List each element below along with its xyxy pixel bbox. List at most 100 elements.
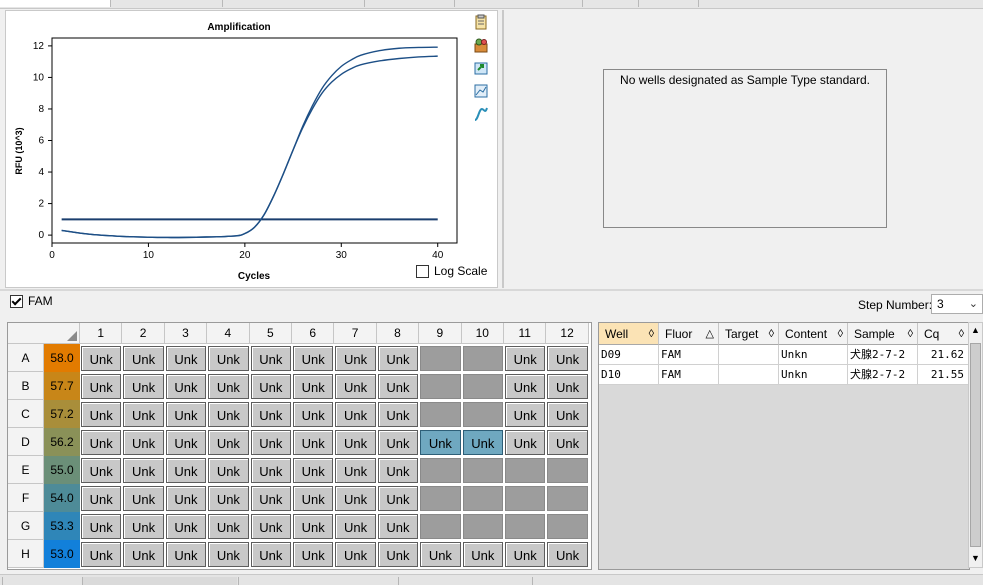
plate-well[interactable]: Unk [123, 346, 164, 371]
plate-well[interactable]: Unk [165, 514, 207, 539]
plate-row-header[interactable]: G [8, 512, 44, 540]
sort-icon[interactable]: △ [706, 323, 714, 345]
plate-well[interactable]: Unk [208, 542, 249, 567]
plate-well[interactable]: Unk [123, 374, 164, 399]
sort-icon[interactable]: ◊ [769, 323, 774, 345]
plate-well[interactable]: Unk [335, 346, 376, 371]
plate-row-header[interactable]: A [8, 344, 44, 372]
plate-row-header[interactable]: C [8, 400, 44, 428]
plate-well[interactable]: Unk [208, 346, 249, 371]
plate-well[interactable]: Unk [165, 346, 207, 371]
chart-settings-icon[interactable] [472, 82, 490, 100]
plate-row-header[interactable]: F [8, 484, 44, 512]
plate-well[interactable]: Unk [250, 402, 291, 427]
plate-well[interactable] [420, 514, 461, 539]
plate-well[interactable]: Unk [547, 430, 588, 455]
plate-well[interactable] [505, 458, 546, 483]
plate-column-header[interactable]: 10 [461, 323, 504, 344]
plate-row-header[interactable]: B [8, 372, 44, 400]
table-cell[interactable]: 犬腺2-7-2 [848, 345, 918, 365]
table-cell[interactable] [719, 345, 779, 365]
plate-well[interactable]: Unk [377, 374, 419, 399]
plate-well[interactable]: Unk [335, 458, 376, 483]
plate-well[interactable] [420, 374, 461, 399]
plate-well[interactable]: Unk [165, 402, 207, 427]
plate-well[interactable]: Unk [208, 374, 249, 399]
plate-well[interactable]: Unk [250, 542, 291, 567]
table-scrollbar[interactable]: ▲ ▼ [968, 322, 983, 568]
plate-well[interactable] [547, 514, 588, 539]
plate-column-header[interactable]: 1 [80, 323, 123, 344]
plate-well[interactable]: Unk [165, 458, 207, 483]
plate-well[interactable]: Unk [335, 374, 376, 399]
table-cell[interactable]: FAM [659, 365, 719, 385]
plate-row-header[interactable]: E [8, 456, 44, 484]
plate-well[interactable] [462, 402, 503, 427]
plate-well[interactable]: Unk [293, 542, 334, 567]
tab[interactable] [364, 0, 455, 7]
plate-well[interactable] [462, 514, 503, 539]
plate-well[interactable]: Unk [335, 430, 376, 455]
sort-icon[interactable]: ◊ [649, 323, 654, 345]
tab[interactable] [110, 0, 223, 7]
table-cell[interactable]: 21.55 [918, 365, 969, 385]
plate-well[interactable]: Unk [293, 346, 334, 371]
plate-well[interactable]: Unk [208, 486, 249, 511]
plate-well[interactable]: Unk [208, 514, 249, 539]
plate-well[interactable]: Unk [377, 514, 419, 539]
table-cell[interactable]: Unkn [779, 365, 848, 385]
plate-well[interactable]: Unk [293, 458, 334, 483]
plate-well[interactable]: Unk [462, 430, 503, 455]
plate-well[interactable] [462, 458, 503, 483]
scroll-up-icon[interactable]: ▲ [971, 325, 980, 335]
plate-well[interactable]: Unk [250, 374, 291, 399]
table-cell[interactable]: Unkn [779, 345, 848, 365]
plate-well[interactable]: Unk [165, 430, 207, 455]
plate-well[interactable]: Unk [293, 430, 334, 455]
plate-well[interactable] [505, 486, 546, 511]
plate-well[interactable]: Unk [250, 430, 291, 455]
plate-well[interactable]: Unk [335, 486, 376, 511]
plate-well[interactable]: Unk [165, 542, 207, 567]
sort-icon[interactable]: ◊ [838, 323, 843, 345]
sort-icon[interactable]: ◊ [959, 323, 964, 345]
clipboard-icon[interactable] [472, 13, 490, 31]
plate-well[interactable]: Unk [335, 402, 376, 427]
sort-icon[interactable]: ◊ [908, 323, 913, 345]
plate-well[interactable]: Unk [250, 346, 291, 371]
plate-well[interactable]: Unk [81, 514, 122, 539]
plate-well[interactable] [547, 458, 588, 483]
table-header-cq[interactable]: Cq ◊ [918, 323, 969, 345]
plate-well[interactable]: Unk [335, 514, 376, 539]
plate-column-header[interactable]: 9 [419, 323, 462, 344]
export-icon[interactable] [472, 59, 490, 77]
plate-column-header[interactable]: 12 [546, 323, 589, 344]
plate-well[interactable] [547, 486, 588, 511]
plate-well[interactable]: Unk [462, 542, 503, 567]
plate-well[interactable] [420, 402, 461, 427]
plate-column-header[interactable]: 11 [504, 323, 547, 344]
plate-well[interactable]: Unk [377, 458, 419, 483]
plate-well[interactable]: Unk [547, 346, 588, 371]
table-header-target[interactable]: Target ◊ [719, 323, 779, 345]
plate-well[interactable]: Unk [123, 486, 164, 511]
plate-column-header[interactable]: 5 [249, 323, 292, 344]
plate-well[interactable]: Unk [547, 402, 588, 427]
plate-well[interactable]: Unk [81, 430, 122, 455]
scrollbar-thumb[interactable] [970, 343, 981, 547]
plate-column-header[interactable]: 6 [292, 323, 335, 344]
plate-row-header[interactable]: D [8, 428, 44, 456]
plate-well[interactable]: Unk [123, 542, 164, 567]
curve-icon[interactable] [472, 105, 490, 123]
plate-well[interactable]: Unk [505, 402, 546, 427]
plate-well[interactable]: Unk [208, 458, 249, 483]
plate-well[interactable]: Unk [250, 486, 291, 511]
plate-well[interactable]: Unk [505, 346, 546, 371]
plate-well[interactable]: Unk [165, 486, 207, 511]
fam-checkbox-box[interactable] [10, 294, 23, 308]
table-cell[interactable]: D10 [599, 365, 659, 385]
plate-well[interactable] [505, 514, 546, 539]
table-cell[interactable]: FAM [659, 345, 719, 365]
plate-well[interactable] [420, 458, 461, 483]
plate-well[interactable]: Unk [293, 374, 334, 399]
